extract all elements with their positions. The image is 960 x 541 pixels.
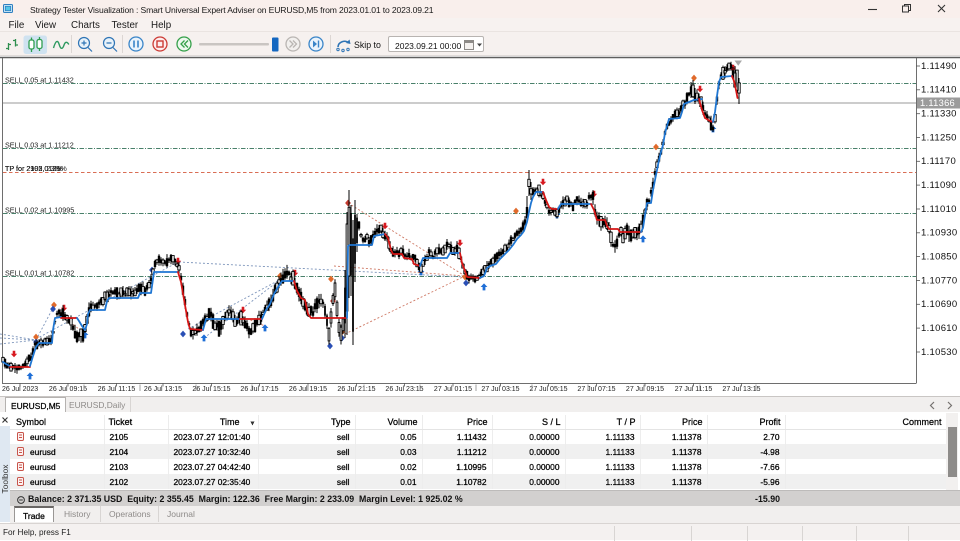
svg-text:26 Jul 23:15: 26 Jul 23:15 — [385, 386, 423, 393]
svg-text:1.11090: 1.11090 — [921, 180, 957, 191]
svg-text:26 Jul 09:15: 26 Jul 09:15 — [49, 386, 87, 393]
svg-text:27 Jul 13:15: 27 Jul 13:15 — [722, 386, 760, 393]
svg-text:26 Jul 11:15: 26 Jul 11:15 — [98, 386, 136, 393]
svg-text:1.10850: 1.10850 — [921, 251, 957, 262]
svg-text:26 Jul 17:15: 26 Jul 17:15 — [240, 386, 278, 393]
svg-text:27 Jul 03:15: 27 Jul 03:15 — [481, 386, 519, 393]
svg-text:26 Jul 21:15: 26 Jul 21:15 — [337, 386, 375, 393]
svg-text:27 Jul 05:15: 27 Jul 05:15 — [529, 386, 567, 393]
svg-text:1.11410: 1.11410 — [921, 85, 957, 96]
svg-text:1.11490: 1.11490 — [921, 61, 957, 72]
svg-text:1.10690: 1.10690 — [921, 299, 957, 310]
svg-text:26 Jul 15:15: 26 Jul 15:15 — [192, 386, 230, 393]
svg-text:27 Jul 11:15: 27 Jul 11:15 — [675, 386, 713, 393]
svg-text:27 Jul 09:15: 27 Jul 09:15 — [626, 386, 664, 393]
svg-text:26 Jul 2023: 26 Jul 2023 — [2, 386, 38, 393]
svg-text:1.11250: 1.11250 — [921, 132, 957, 143]
svg-text:SELL 0.01 at 1.10782: SELL 0.01 at 1.10782 — [5, 268, 74, 277]
svg-text:1.11170: 1.11170 — [921, 156, 956, 167]
svg-text:TP for 2993,0125%: TP for 2993,0125% — [5, 164, 67, 173]
svg-text:1.10530: 1.10530 — [921, 347, 957, 358]
svg-text:1.11330: 1.11330 — [921, 109, 957, 120]
svg-text:27 Jul 01:15: 27 Jul 01:15 — [434, 386, 472, 393]
svg-text:1.10610: 1.10610 — [921, 323, 957, 334]
svg-text:SELL 0.03 at 1.11212: SELL 0.03 at 1.11212 — [5, 140, 74, 149]
svg-text:SELL 0.02 at 1.10995: SELL 0.02 at 1.10995 — [5, 205, 74, 214]
svg-text:26 Jul 13:15: 26 Jul 13:15 — [144, 386, 182, 393]
svg-text:1.11366: 1.11366 — [920, 98, 955, 108]
svg-text:1.11010: 1.11010 — [921, 204, 957, 215]
svg-text:SELL 0.05 at 1.11432: SELL 0.05 at 1.11432 — [5, 75, 74, 84]
svg-text:27 Jul 07:15: 27 Jul 07:15 — [577, 386, 615, 393]
svg-text:1.10770: 1.10770 — [921, 275, 957, 286]
svg-text:1.10930: 1.10930 — [921, 228, 957, 239]
